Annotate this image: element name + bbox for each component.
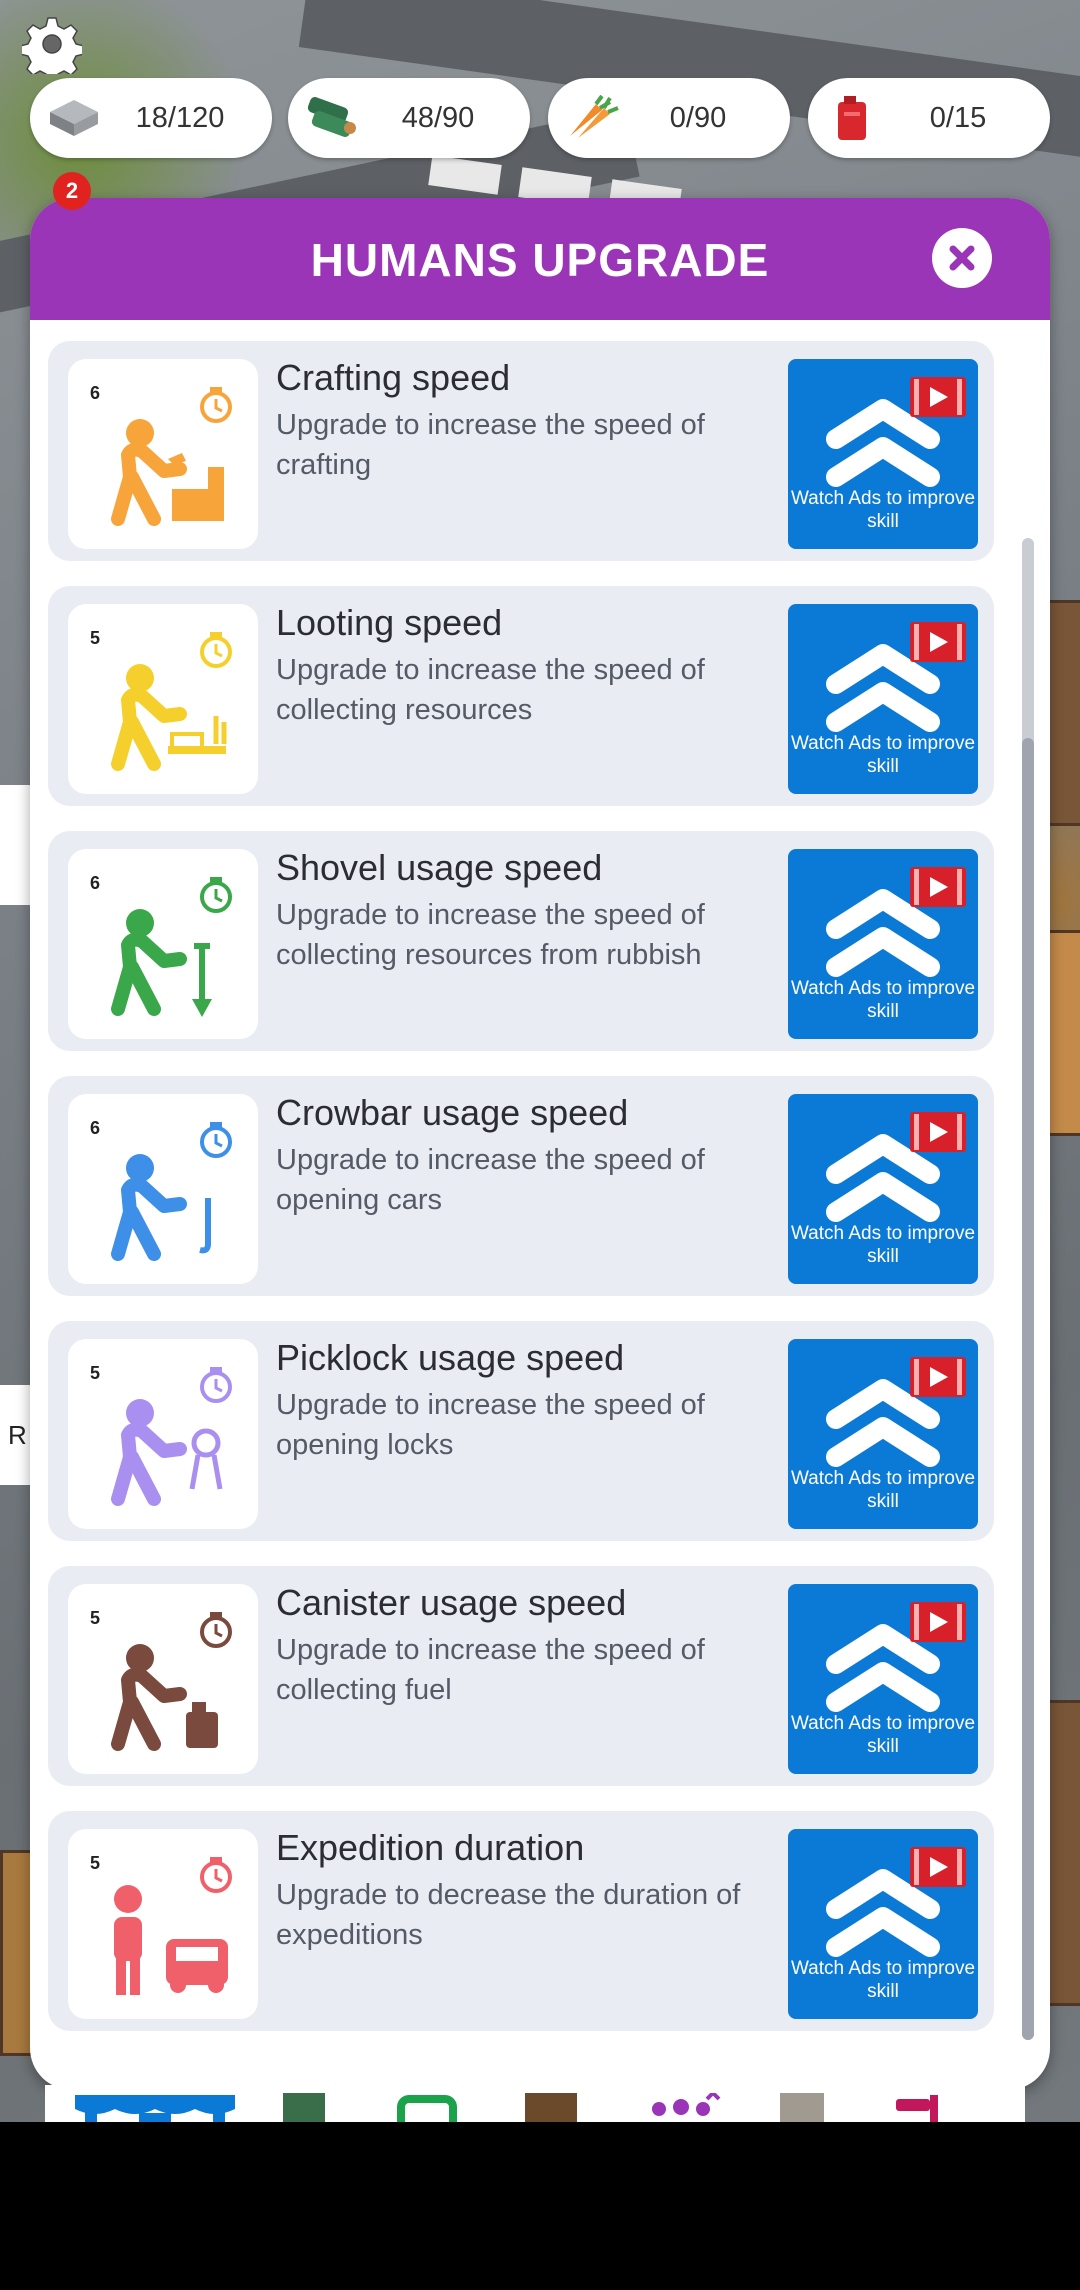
stone-brick-icon [50, 100, 98, 136]
upgrade-title: Crowbar usage speed [276, 1092, 629, 1133]
upgrade-title: Canister usage speed [276, 1582, 627, 1623]
resource-stone-count: 18/120 [135, 102, 225, 134]
expedition-skill-icon: 5 [68, 1829, 258, 2019]
close-icon [949, 245, 975, 271]
scrollbar-thumb[interactable] [1022, 738, 1034, 2040]
upgrade-title: Picklock usage speed [276, 1337, 625, 1378]
watch-ads-label: Watch Ads to improve skill [790, 1713, 976, 1757]
resource-wood: 48/90 [288, 78, 530, 158]
notification-badge: 2 [53, 172, 91, 210]
resource-bar: 18/120 48/90 0/90 0/15 [30, 78, 1050, 158]
watch-ads-button[interactable]: Watch Ads to improve skill [788, 359, 978, 549]
upgrade-description: Upgrade to increase the speed of opening… [276, 1389, 705, 1461]
upgrade-description: Upgrade to decrease the duration of expe… [276, 1879, 741, 1951]
resource-wood-count: 48/90 [401, 102, 475, 134]
skill-level: 5 [90, 1363, 101, 1383]
skill-level: 5 [90, 1853, 101, 1873]
resource-stone: 18/120 [30, 78, 272, 158]
watch-ads-button[interactable]: Watch Ads to improve skill [788, 1094, 978, 1284]
resource-fuel: 0/15 [808, 78, 1050, 158]
close-button[interactable] [932, 228, 992, 288]
map-thumbnail-icon[interactable] [283, 2093, 325, 2122]
watch-ads-button[interactable]: Watch Ads to improve skill [788, 1339, 978, 1529]
bottom-navigation [45, 2085, 1025, 2122]
skill-level: 5 [90, 1608, 101, 1628]
humans-upgrade-panel: HUMANS UPGRADE 6 Crafting speed Upgrade to… [30, 198, 1050, 2090]
upgrade-description: Upgrade to increase the speed of craftin… [276, 409, 705, 481]
wood-log-icon [307, 97, 356, 137]
crafting-skill-icon: 6 [68, 359, 258, 549]
settings-gear-icon[interactable] [19, 14, 85, 83]
shop-icon[interactable] [75, 2093, 235, 2122]
side-panel-tab-upper[interactable] [0, 785, 30, 905]
upgrade-card-expedition: 5 Expedition duration Upgrade to decrease … [48, 1811, 994, 2031]
watch-ads-label: Watch Ads to improve skill [790, 1958, 976, 2002]
door-icon[interactable] [525, 2093, 577, 2122]
skill-level: 6 [90, 1118, 101, 1138]
looting-skill-icon: 5 [68, 604, 258, 794]
watch-ads-button[interactable]: Watch Ads to improve skill [788, 849, 978, 1039]
upgrade-description: Upgrade to increase the speed of collect… [276, 899, 705, 971]
canister-skill-icon: 5 [68, 1584, 258, 1774]
watch-ads-label: Watch Ads to improve skill [790, 488, 976, 532]
panel-title: HUMANS UPGRADE [310, 234, 770, 286]
shovel-skill-icon: 6 [68, 849, 258, 1039]
picklock-skill-icon: 5 [68, 1339, 258, 1529]
upgrade-card-looting: 5 Looting speed Upgrade to increase the sp… [48, 586, 994, 806]
upgrade-title: Shovel usage speed [276, 847, 603, 888]
watch-ads-label: Watch Ads to improve skill [790, 1223, 976, 1267]
upgrade-card-canister: 5 Canister usage speed Upgrade to increase… [48, 1566, 994, 1786]
carrot-food-icon [570, 94, 619, 138]
upgrade-title: Expedition duration [276, 1827, 585, 1868]
resource-food-count: 0/90 [669, 102, 727, 134]
panel-header: HUMANS UPGRADE [30, 198, 1050, 320]
humans-icon[interactable] [645, 2093, 725, 2122]
upgrade-title: Looting speed [276, 602, 503, 643]
side-panel-tab[interactable]: R [0, 1385, 30, 1485]
upgrade-description: Upgrade to increase the speed of collect… [276, 654, 705, 726]
upgrade-card-picklock: 5 Picklock usage speed Upgrade to increase… [48, 1321, 994, 1541]
crowbar-skill-icon: 6 [68, 1094, 258, 1284]
side-panel-label: R [8, 1420, 27, 1450]
upgrade-card-shovel: 6 Shovel usage speed Upgrade to increase t… [48, 831, 994, 1051]
upgrade-description: Upgrade to increase the speed of collect… [276, 1634, 705, 1706]
skill-level: 6 [90, 873, 101, 893]
resource-fuel-count: 0/15 [929, 102, 987, 134]
skill-level: 5 [90, 628, 101, 648]
scrollbar[interactable] [1022, 538, 1034, 2040]
watch-ads-button[interactable]: Watch Ads to improve skill [788, 1584, 978, 1774]
upgrade-card-crafting: 6 Crafting speed Upgrade to increase the s… [48, 341, 994, 561]
watch-ads-label: Watch Ads to improve skill [790, 1468, 976, 1512]
fuel-canister-icon [838, 96, 866, 140]
watch-ads-label: Watch Ads to improve skill [790, 978, 976, 1022]
hammer-icon[interactable] [890, 2093, 950, 2122]
upgrade-card-crowbar: 6 Crowbar usage speed Upgrade to increase … [48, 1076, 994, 1296]
skill-level: 6 [90, 383, 101, 403]
watch-ads-button[interactable]: Watch Ads to improve skill [788, 1829, 978, 2019]
storage-icon[interactable] [397, 2093, 457, 2122]
watch-ads-label: Watch Ads to improve skill [790, 733, 976, 777]
upgrade-description: Upgrade to increase the speed of opening… [276, 1144, 705, 1216]
item-thumbnail-icon[interactable] [780, 2093, 824, 2122]
resource-food: 0/90 [548, 78, 790, 158]
watch-ads-button[interactable]: Watch Ads to improve skill [788, 604, 978, 794]
upgrade-title: Crafting speed [276, 357, 511, 398]
